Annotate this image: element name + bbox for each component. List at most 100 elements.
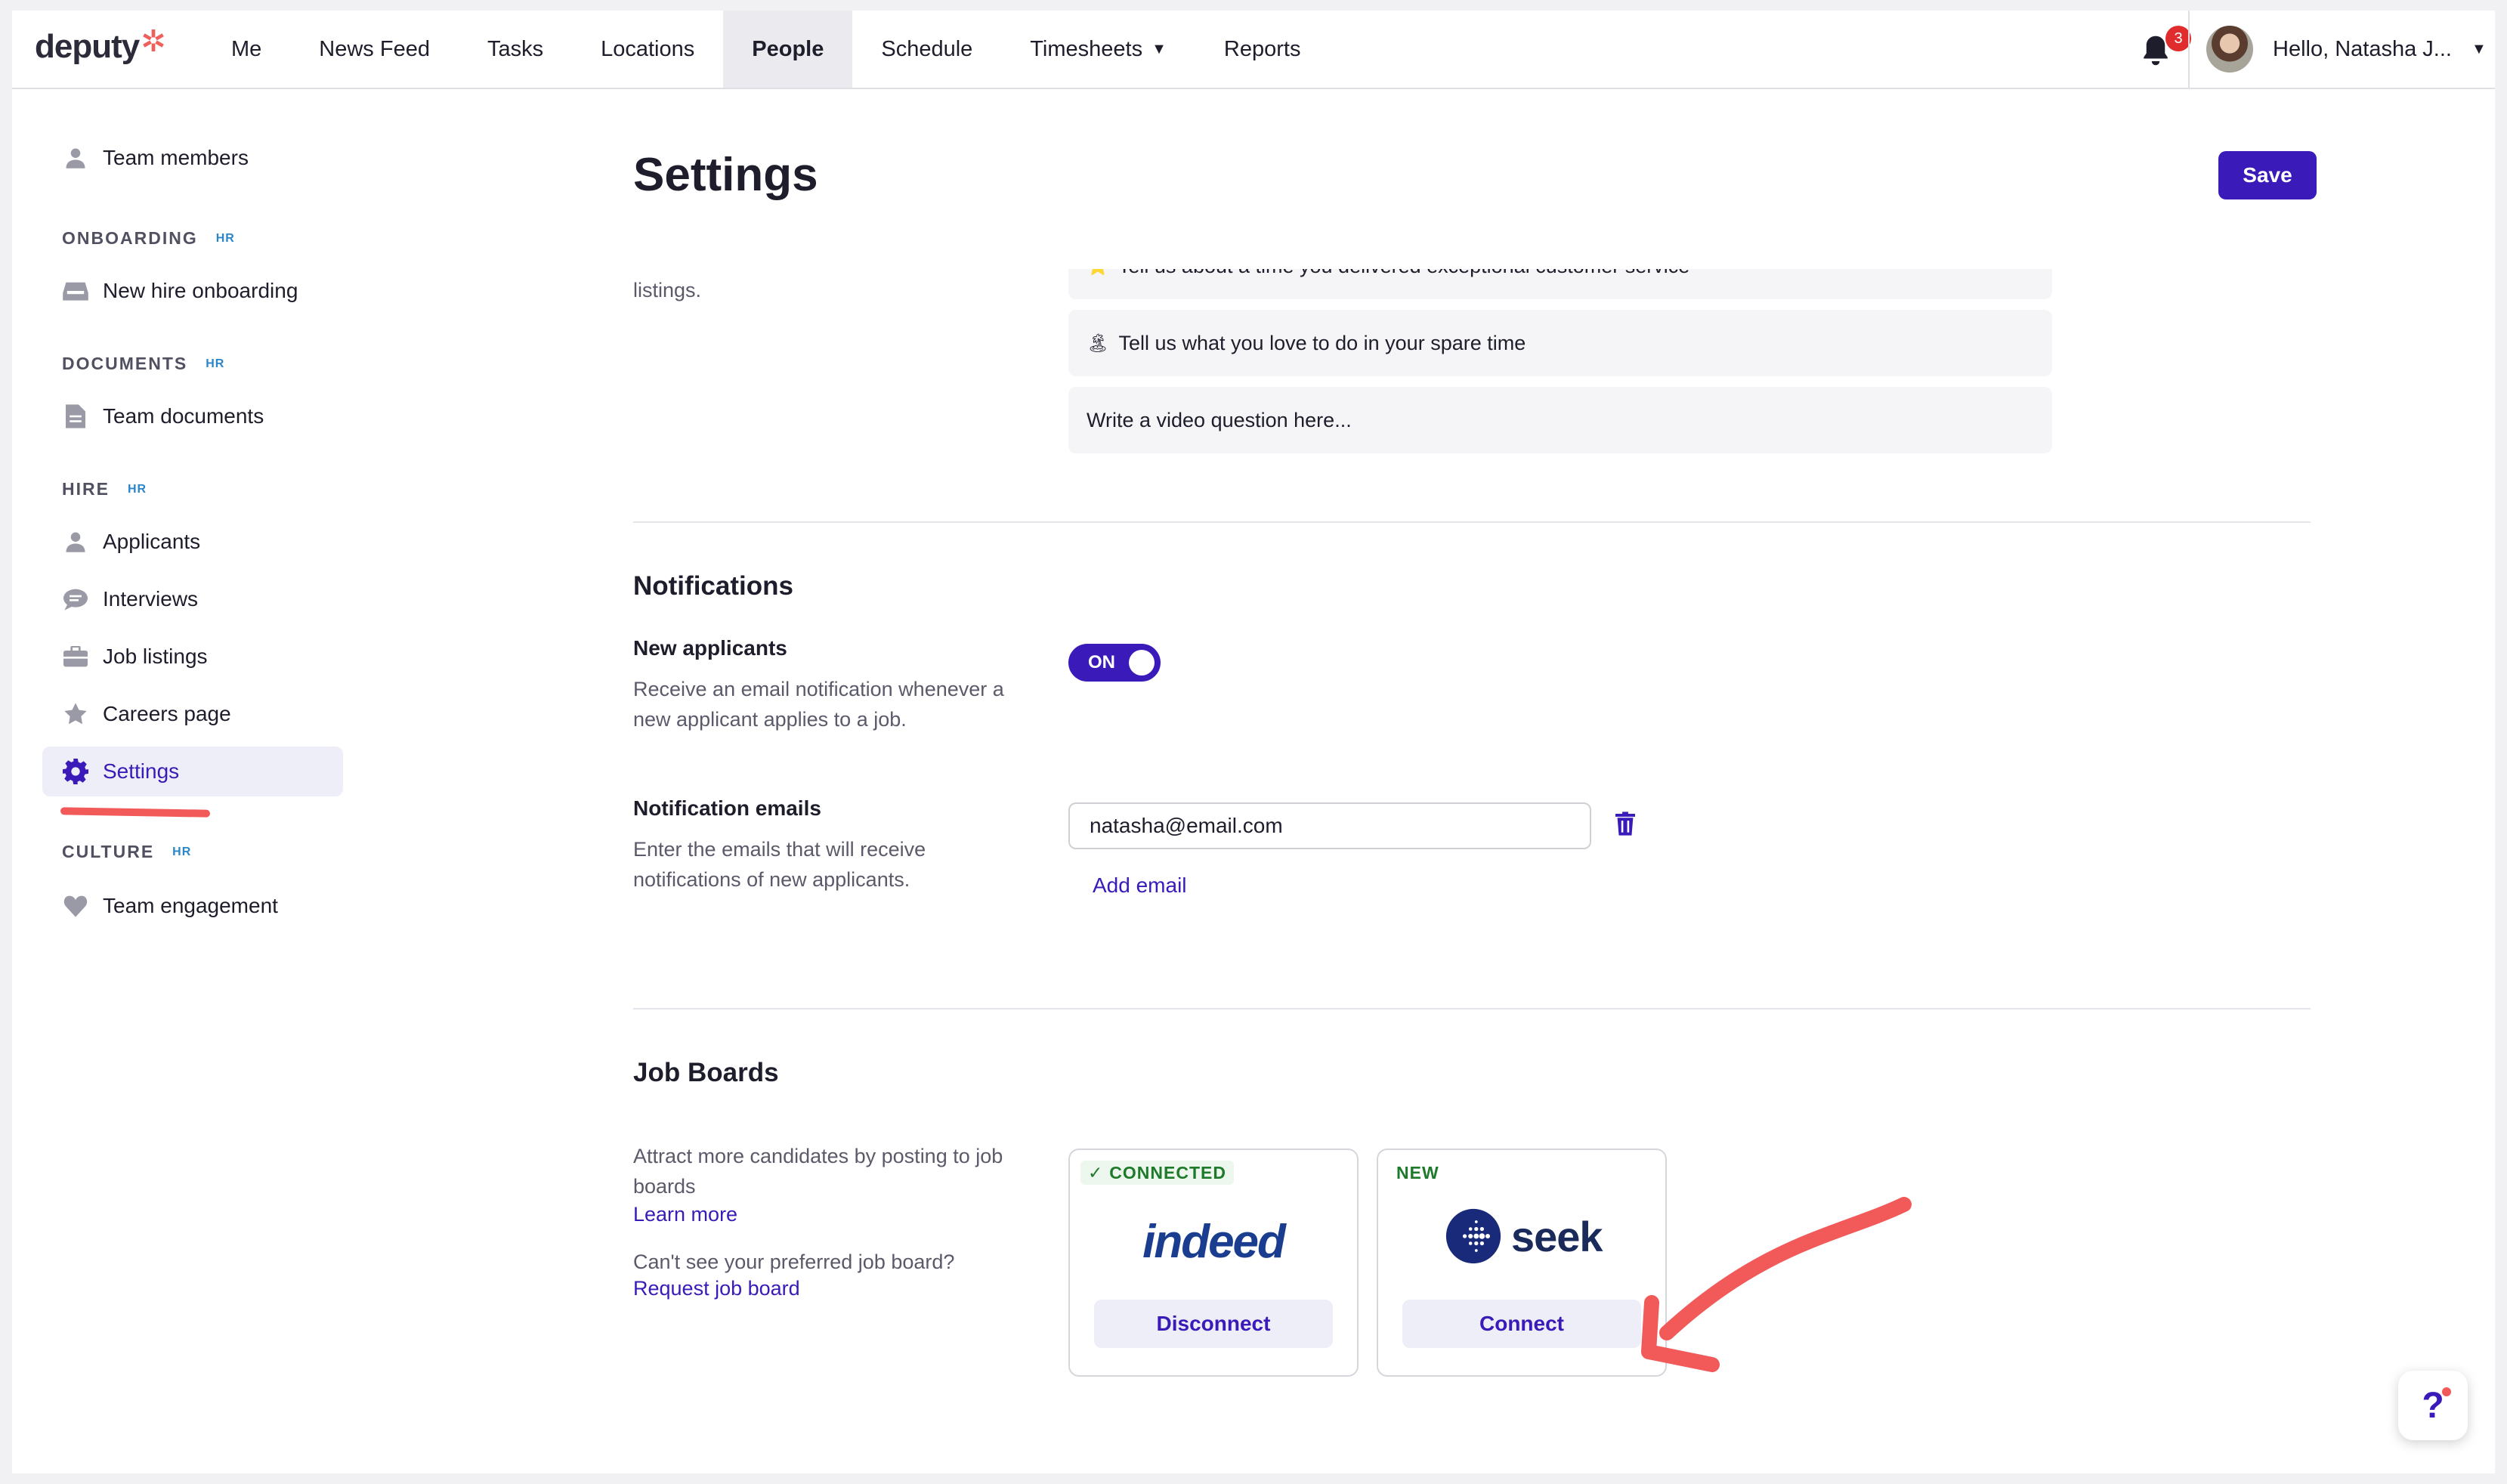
sidebar-item-label: Settings: [103, 759, 180, 783]
cant-see-job-board-text: Can't see your preferred job board?: [633, 1251, 955, 1273]
sidebar-section-documents: DOCUMENTS HR: [62, 354, 229, 374]
notifications-heading: Notifications: [633, 571, 793, 601]
chat-bubble-icon: [60, 584, 91, 614]
nav-item-schedule[interactable]: Schedule: [852, 11, 1001, 88]
sidebar-item-label: Interviews: [103, 587, 199, 611]
sidebar-section-culture: CULTURE HR: [62, 842, 196, 862]
help-button[interactable]: ?: [2398, 1371, 2468, 1440]
learn-more-link[interactable]: Learn more: [633, 1203, 737, 1226]
main-content: Settings Save listings. ⭐ Tell us about …: [633, 88, 2317, 1473]
sidebar-item-label: New hire onboarding: [103, 279, 298, 302]
sidebar-item-team-documents[interactable]: Team documents: [42, 391, 343, 441]
sidebar-item-new-hire-onboarding[interactable]: New hire onboarding: [42, 266, 343, 316]
question-emoji: ⭐: [1087, 269, 1109, 277]
question-mark-icon: ?: [2422, 1385, 2444, 1426]
logo-star-icon: ✲: [141, 25, 166, 58]
sidebar-item-label: Team documents: [103, 404, 264, 428]
section-heading: DOCUMENTS: [62, 354, 188, 373]
section-heading: HIRE: [62, 479, 110, 499]
video-question-row[interactable]: 🏝 Tell us what you love to do in your sp…: [1068, 310, 2052, 376]
sidebar-item-interviews[interactable]: Interviews: [42, 574, 343, 624]
toggle-state-label: ON: [1088, 652, 1115, 672]
notification-emails-description: Enter the emails that will receive notif…: [633, 838, 926, 891]
nav-item-label: Reports: [1223, 36, 1301, 61]
hr-badge: HR: [172, 845, 192, 858]
sidebar-section-onboarding: ONBOARDING HR: [62, 228, 240, 249]
app-window: deputy ✲ Me News Feed Tasks Locations Peo…: [12, 11, 2495, 1473]
person-icon: [60, 527, 91, 557]
nav-item-tasks[interactable]: Tasks: [459, 11, 572, 88]
heart-icon: [60, 891, 91, 921]
video-question-row[interactable]: ⭐ Tell us about a time you delivered exc…: [1068, 269, 2052, 299]
sidebar-item-team-engagement[interactable]: Team engagement: [42, 881, 343, 931]
notification-email-field[interactable]: [1068, 802, 1591, 849]
avatar: [2206, 26, 2253, 73]
sidebar: Team members ONBOARDING HR New hire onbo…: [12, 88, 360, 1473]
annotation-underline: [60, 807, 211, 818]
user-menu[interactable]: Hello, Natasha J... ▼: [2188, 11, 2495, 88]
nav-item-label: News Feed: [319, 36, 430, 61]
sidebar-item-job-listings[interactable]: Job listings: [42, 632, 343, 682]
hr-badge: HR: [206, 357, 225, 370]
nav-item-reports[interactable]: Reports: [1195, 11, 1330, 88]
annotation-arrow-icon: [1641, 1197, 1912, 1372]
new-applicants-label: New applicants: [633, 636, 787, 660]
hr-badge: HR: [215, 231, 235, 245]
sidebar-item-label: Careers page: [103, 702, 231, 725]
job-boards-heading: Job Boards: [633, 1058, 779, 1087]
nav-item-label: Timesheets: [1030, 36, 1143, 61]
deputy-logo[interactable]: deputy ✲: [35, 24, 166, 70]
save-button[interactable]: Save: [2218, 151, 2317, 199]
sidebar-item-label: Team engagement: [103, 894, 278, 917]
question-text: Tell us what you love to do in your spar…: [1118, 331, 1526, 354]
question-text: Tell us about a time you delivered excep…: [1118, 269, 1689, 278]
nav-item-label: Tasks: [487, 36, 544, 61]
settings-scroll-area[interactable]: listings. ⭐ Tell us about a time you del…: [633, 269, 2311, 1473]
help-notification-dot: [2442, 1387, 2451, 1396]
nav-item-label: Schedule: [881, 36, 973, 61]
add-email-link[interactable]: Add email: [1093, 873, 1187, 898]
new-badge: NEW: [1389, 1161, 1447, 1185]
section-divider: [633, 1008, 2311, 1009]
gear-icon: [60, 756, 91, 787]
sidebar-item-label: Job listings: [103, 645, 208, 668]
nav-item-news-feed[interactable]: News Feed: [290, 11, 459, 88]
notifications-button[interactable]: 3: [2134, 26, 2191, 74]
section-divider: [633, 521, 2311, 523]
request-job-board-link[interactable]: Request job board: [633, 1277, 800, 1300]
seek-logo: seek: [1445, 1207, 1603, 1265]
sidebar-section-hire: HIRE HR: [62, 479, 151, 499]
badge-label: NEW: [1396, 1162, 1439, 1183]
notification-emails-label: Notification emails: [633, 796, 821, 820]
person-icon: [60, 143, 91, 173]
nav-item-people[interactable]: People: [723, 11, 853, 88]
sidebar-item-careers-page[interactable]: Careers page: [42, 689, 343, 739]
nav-item-me[interactable]: Me: [202, 11, 290, 88]
nav-items: Me News Feed Tasks Locations People Sche…: [202, 11, 1329, 88]
logo-text: deputy: [35, 28, 140, 65]
sidebar-item-settings[interactable]: Settings: [42, 747, 343, 796]
nav-item-locations[interactable]: Locations: [572, 11, 723, 88]
seek-mark-icon: [1445, 1208, 1501, 1264]
briefcase-icon: [60, 642, 91, 672]
indeed-job-board-card: ✓ CONNECTED indeed Disconnect: [1068, 1149, 1359, 1377]
nav-item-timesheets[interactable]: Timesheets ▼: [1001, 11, 1195, 88]
sidebar-item-label: Applicants: [103, 530, 201, 553]
new-applicants-toggle[interactable]: ON: [1068, 644, 1161, 682]
trash-icon[interactable]: [1615, 812, 1641, 842]
caret-down-icon: ▼: [1151, 40, 1167, 57]
disconnect-button[interactable]: Disconnect: [1094, 1300, 1333, 1348]
section-heading: ONBOARDING: [62, 228, 198, 248]
question-emoji: 🏝: [1087, 332, 1110, 354]
badge-label: CONNECTED: [1109, 1162, 1226, 1183]
inbox-icon: [60, 276, 91, 306]
new-applicants-description: Receive an email notification whenever a…: [633, 678, 1004, 731]
video-question-input[interactable]: Write a video question here...: [1068, 387, 2052, 453]
checkmark-icon: ✓: [1088, 1162, 1104, 1183]
top-navigation: deputy ✲ Me News Feed Tasks Locations Peo…: [12, 11, 2495, 89]
page-title: Settings: [633, 149, 818, 201]
connected-badge: ✓ CONNECTED: [1080, 1161, 1234, 1185]
question-placeholder: Write a video question here...: [1087, 408, 1352, 431]
sidebar-item-team-members[interactable]: Team members: [42, 133, 343, 183]
sidebar-item-applicants[interactable]: Applicants: [42, 517, 343, 567]
